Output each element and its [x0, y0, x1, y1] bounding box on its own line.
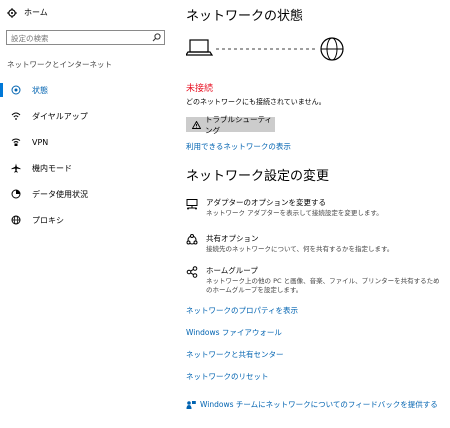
status-text: 未接続 — [186, 84, 214, 94]
sharing-icon — [186, 233, 198, 254]
firewall-link[interactable]: Windows ファイアウォール — [186, 327, 282, 338]
sidebar-item-label: 状態 — [32, 85, 48, 95]
sidebar-item-label: データ使用状況 — [32, 189, 88, 199]
adapter-options[interactable]: アダプターのオプションを変更する ネットワーク アダプターを表示して接続設定を変… — [186, 197, 441, 218]
sidebar-section-title: ネットワークとインターネット — [7, 60, 112, 69]
feedback-link[interactable]: Windows チームにネットワークについてのフィードバックを提供する — [186, 399, 438, 410]
network-reset-link[interactable]: ネットワークのリセット — [186, 371, 269, 382]
home-link[interactable]: ホーム — [7, 7, 48, 18]
vpn-icon — [9, 137, 23, 147]
sharing-options[interactable]: 共有オプション 接続先のネットワークについて、何を共有するかを指定します。 — [186, 233, 441, 254]
section-title: ネットワーク設定の変更 — [186, 169, 330, 184]
homegroup-icon — [186, 265, 198, 295]
available-networks-link[interactable]: 利用できるネットワークの表示 — [186, 141, 291, 152]
sidebar-item-dialup[interactable]: ダイヤルアップ — [0, 107, 170, 125]
option-title: アダプターのオプションを変更する — [206, 198, 326, 207]
warning-icon — [192, 120, 201, 129]
page-title: ネットワークの状態 — [186, 9, 304, 24]
option-title: ホームグループ — [206, 266, 258, 275]
sidebar-item-label: ダイヤルアップ — [32, 111, 88, 121]
dialup-icon — [9, 111, 23, 121]
sharing-center-link[interactable]: ネットワークと共有センター — [186, 349, 284, 360]
feedback-label: Windows チームにネットワークについてのフィードバックを提供する — [200, 400, 438, 409]
troubleshoot-label: トラブルシューティング — [205, 114, 273, 135]
search-placeholder: 設定の検索 — [11, 34, 49, 43]
internet-globe-icon — [320, 37, 344, 61]
home-label: ホーム — [24, 8, 48, 17]
sidebar-item-proxy[interactable]: プロキシ — [0, 211, 170, 229]
feedback-icon — [186, 400, 196, 410]
globe-icon — [9, 215, 23, 225]
option-desc: 接続先のネットワークについて、何を共有するかを指定します。 — [206, 245, 394, 253]
sidebar-item-label: プロキシ — [32, 215, 64, 225]
troubleshoot-button[interactable]: トラブルシューティング — [186, 115, 275, 135]
network-properties-link[interactable]: ネットワークのプロパティを表示 — [186, 305, 298, 316]
option-title: 共有オプション — [206, 234, 259, 243]
sidebar-item-airplane[interactable]: 機内モード — [0, 159, 170, 177]
adapter-icon — [186, 197, 198, 218]
homegroup-option[interactable]: ホームグループ ネットワーク上の他の PC と画像、音楽、ファイル、プリンターを… — [186, 265, 441, 295]
search-input[interactable]: 設定の検索 — [6, 30, 165, 45]
option-desc: ネットワーク アダプターを表示して接続設定を変更します。 — [206, 209, 383, 217]
status-description: どのネットワークにも接続されていません。 — [186, 98, 326, 106]
sidebar-item-label: VPN — [32, 137, 49, 147]
search-icon[interactable] — [152, 33, 161, 42]
data-usage-icon — [9, 189, 23, 199]
option-desc: ネットワーク上の他の PC と画像、音楽、ファイル、プリンターを共有するためのホ… — [206, 277, 440, 294]
sidebar-item-status[interactable]: 状態 — [0, 81, 170, 99]
airplane-icon — [9, 163, 23, 173]
laptop-icon — [186, 39, 214, 56]
globe-status-icon — [9, 85, 23, 95]
gear-icon — [7, 7, 17, 18]
sidebar-item-vpn[interactable]: VPN — [0, 133, 170, 151]
sidebar-item-label: 機内モード — [32, 163, 72, 173]
network-diagram — [186, 37, 348, 63]
sidebar-item-data-usage[interactable]: データ使用状況 — [0, 185, 170, 203]
active-indicator — [0, 83, 3, 97]
